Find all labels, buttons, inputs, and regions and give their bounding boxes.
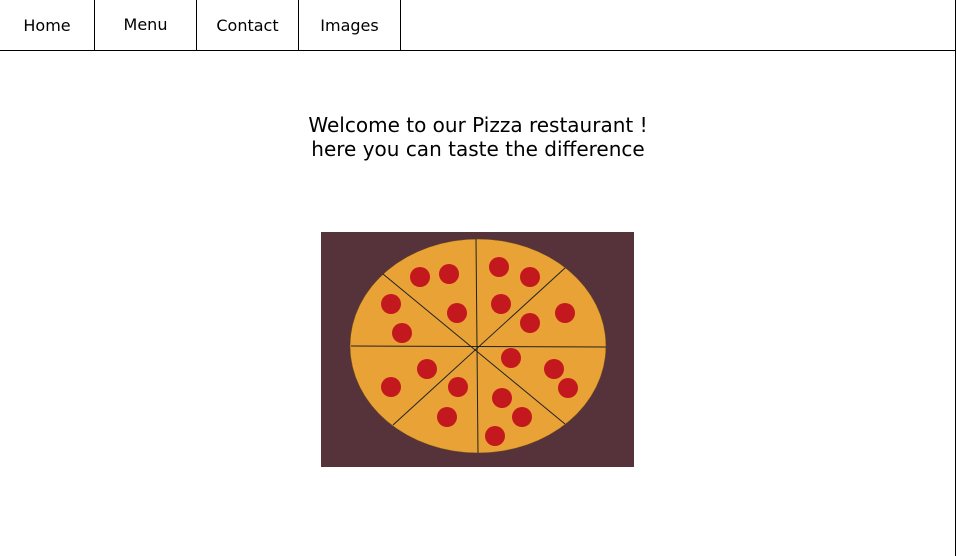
top-navbar: Home Menu Contact Images [0, 0, 956, 51]
nav-menu-label: Menu [123, 15, 168, 34]
pepperoni-slice [489, 257, 509, 277]
pepperoni-slice [520, 313, 540, 333]
pepperoni-slice [485, 426, 505, 446]
pepperoni-slice [492, 388, 512, 408]
nav-contact-label: Contact [216, 16, 279, 35]
pepperoni-slice [437, 407, 457, 427]
nav-home-link[interactable]: Home [0, 0, 95, 50]
pepperoni-slice [439, 264, 459, 284]
pepperoni-slice [501, 348, 521, 368]
nav-images-label: Images [320, 16, 379, 35]
pepperoni-slice [448, 377, 468, 397]
welcome-line-2: here you can taste the difference [311, 137, 645, 161]
pepperoni-slice [417, 359, 437, 379]
nav-images-link[interactable]: Images [299, 0, 401, 50]
pepperoni-slice [392, 323, 412, 343]
welcome-line-1: Welcome to our Pizza restaurant ! [308, 113, 648, 137]
welcome-heading: Welcome to our Pizza restaurant ! here y… [0, 113, 956, 161]
nav-home-label: Home [23, 16, 71, 35]
nav-contact-link[interactable]: Contact [197, 0, 299, 50]
pepperoni-slice [410, 267, 430, 287]
pepperoni-slice [512, 407, 532, 427]
pepperoni-slice [544, 359, 564, 379]
pepperoni-slice [558, 378, 578, 398]
pepperoni-slice [491, 294, 511, 314]
pepperoni-slice [447, 303, 467, 323]
pizza-image [321, 232, 634, 467]
nav-menu-link[interactable]: Menu [95, 0, 197, 50]
page: Home Menu Contact Images Welcome to our … [0, 0, 956, 556]
pepperoni-slice [555, 303, 575, 323]
pepperoni-slice [381, 377, 401, 397]
pepperoni-slice [520, 267, 540, 287]
pepperoni-slice [381, 294, 401, 314]
